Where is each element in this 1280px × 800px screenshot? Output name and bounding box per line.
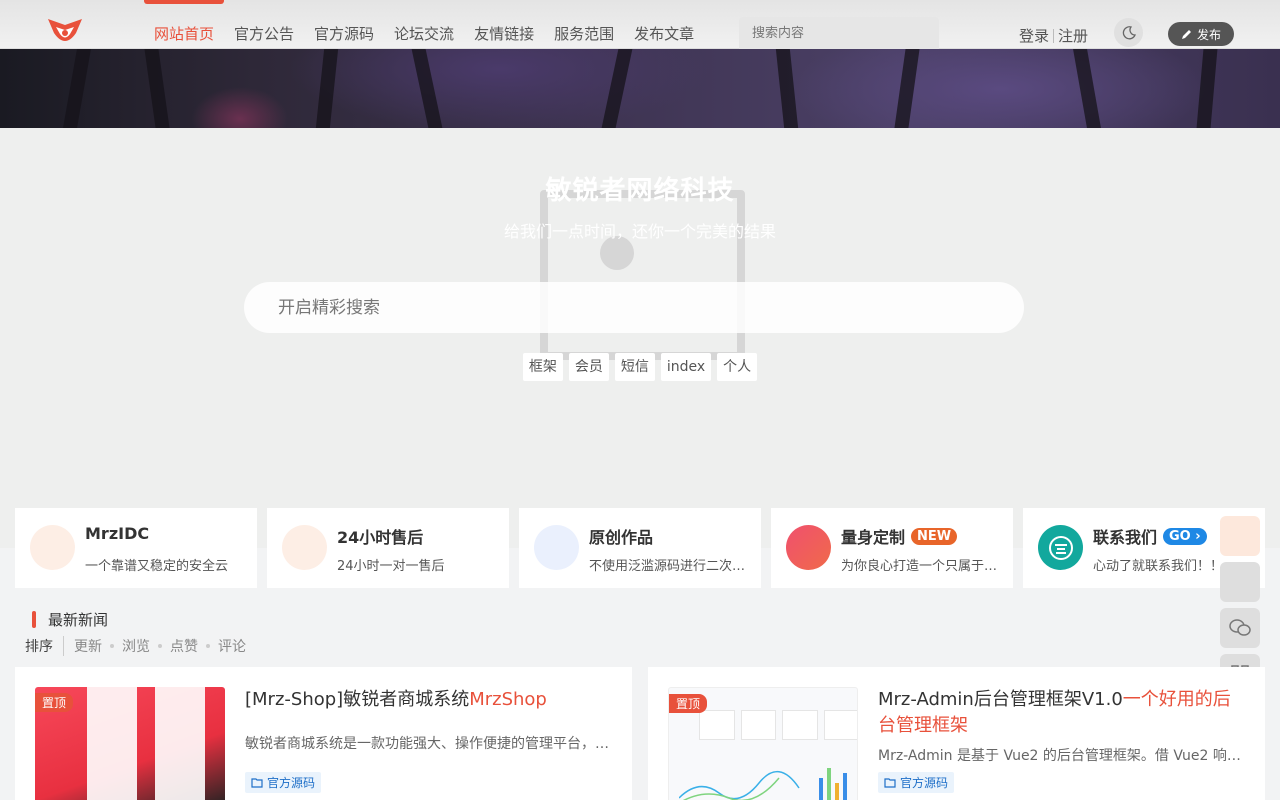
feature-desc: 一个靠谱又稳定的安全云 xyxy=(85,559,229,574)
post-thumbnail[interactable]: 置顶 xyxy=(35,687,225,800)
section-accent-bar xyxy=(32,611,36,628)
hot-tag[interactable]: 框架 xyxy=(522,353,563,381)
post-card[interactable]: 置顶 Mrz-Admin后台管理框架V1.0一个好用的后台管理框架 Mrz-Ad… xyxy=(648,667,1265,800)
dark-mode-toggle[interactable] xyxy=(1114,18,1143,47)
float-blank-button[interactable] xyxy=(1220,562,1260,602)
moon-icon xyxy=(1122,25,1136,39)
sort-bar: 排序 更新 浏览 点赞 评论 xyxy=(25,636,246,656)
hot-tags: 框架 会员 短信 index 个人 xyxy=(0,353,1280,381)
publish-button[interactable]: 发布 xyxy=(1168,22,1234,46)
post-thumbnail[interactable]: 置顶 xyxy=(668,687,858,800)
register-link[interactable]: 注册 xyxy=(1058,25,1088,46)
sort-label: 排序 xyxy=(25,636,64,656)
feature-title: MrzIDC xyxy=(85,524,150,543)
service-icon xyxy=(282,525,327,570)
hot-tag[interactable]: 个人 xyxy=(717,353,758,381)
news-section-header: 最新新闻 xyxy=(32,609,108,630)
feature-cards: MrzIDC 一个靠谱又稳定的安全云 24小时售后 24小时一对一售后 原创作品… xyxy=(15,508,1265,588)
wechat-icon xyxy=(1229,619,1251,636)
original-icon xyxy=(534,525,579,570)
nav-friend-links[interactable]: 友情链接 xyxy=(464,0,544,49)
image-placeholder-icon xyxy=(540,190,745,360)
hero-search-input[interactable] xyxy=(244,282,1024,333)
float-top-button[interactable] xyxy=(1220,516,1260,556)
top-header: 网站首页 官方公告 官方源码 论坛交流 友情链接 服务范围 发布文章 登录 注册… xyxy=(0,0,1280,49)
auth-divider xyxy=(1053,28,1055,43)
hot-tag[interactable]: 短信 xyxy=(614,353,655,381)
hero-title: 敏锐者网络科技 xyxy=(545,176,735,206)
post-card[interactable]: 置顶 [Mrz-Shop]敏锐者商城系统MrzShop 敏锐者商城系统是一款功能… xyxy=(15,667,632,800)
auth-links: 登录 注册 xyxy=(1019,25,1088,46)
sort-option-likes[interactable]: 点赞 xyxy=(170,636,198,656)
nav-services[interactable]: 服务范围 xyxy=(544,0,624,49)
header-search-input[interactable] xyxy=(739,17,939,49)
pinned-badge: 置顶 xyxy=(35,693,74,712)
sort-option-views[interactable]: 浏览 xyxy=(122,636,150,656)
header-banner-image xyxy=(0,49,1280,128)
main-nav: 网站首页 官方公告 官方源码 论坛交流 友情链接 服务范围 发布文章 xyxy=(144,0,704,49)
pencil-icon xyxy=(1181,29,1191,39)
hero-section: 敏锐者网络科技 给我们一点时间，还你一个完美的结果 框架 会员 短信 index… xyxy=(0,128,1280,548)
nav-source-code[interactable]: 官方源码 xyxy=(304,0,384,49)
sort-option-updated[interactable]: 更新 xyxy=(74,636,102,656)
go-badge[interactable]: GO › xyxy=(1163,527,1207,545)
feature-desc: 为你良心打造一个只属于你的项目 xyxy=(841,559,1003,574)
nav-publish-article[interactable]: 发布文章 xyxy=(624,0,704,49)
float-wechat-button[interactable] xyxy=(1220,608,1260,648)
feature-title: 原创作品 xyxy=(589,528,654,547)
feature-title: 量身定制 NEW xyxy=(841,524,958,548)
post-excerpt: 敏锐者商城系统是一款功能强大、操作便捷的管理平台，适用于各类电商 xyxy=(245,736,615,752)
feature-card-mrzidc[interactable]: MrzIDC 一个靠谱又稳定的安全云 xyxy=(15,508,257,588)
feature-desc: 24小时一对一售后 xyxy=(337,559,445,574)
feature-card-custom[interactable]: 量身定制 NEW 为你良心打造一个只属于你的项目 xyxy=(771,508,1013,588)
contact-icon xyxy=(1038,525,1083,570)
cloud-icon xyxy=(30,525,75,570)
feature-card-original[interactable]: 原创作品 不使用泛滥源码进行二次开发 xyxy=(519,508,761,588)
pinned-badge: 置顶 xyxy=(669,694,708,713)
post-category[interactable]: 官方源码 xyxy=(878,772,955,793)
nav-announcements[interactable]: 官方公告 xyxy=(224,0,304,49)
post-excerpt: Mrz-Admin 是基于 Vue2 的后台管理框架。借 Vue2 响应式数据绑… xyxy=(878,748,1248,764)
new-badge: NEW xyxy=(911,527,958,545)
news-section-title: 最新新闻 xyxy=(48,611,109,629)
post-title[interactable]: [Mrz-Shop]敏锐者商城系统MrzShop xyxy=(245,687,615,713)
site-logo-icon[interactable] xyxy=(46,15,84,49)
feature-title: 联系我们 GO › xyxy=(1093,524,1207,548)
post-category[interactable]: 官方源码 xyxy=(245,772,322,793)
feature-card-aftersales[interactable]: 24小时售后 24小时一对一售后 xyxy=(267,508,509,588)
publish-button-label: 发布 xyxy=(1196,27,1221,42)
folder-icon xyxy=(251,777,263,788)
folder-icon xyxy=(884,777,896,788)
nav-home[interactable]: 网站首页 xyxy=(144,0,225,49)
hot-tag[interactable]: 会员 xyxy=(568,353,609,381)
feature-title: 24小时售后 xyxy=(337,528,424,547)
feature-desc: 不使用泛滥源码进行二次开发 xyxy=(589,559,751,574)
sort-option-comments[interactable]: 评论 xyxy=(218,636,246,656)
post-title[interactable]: Mrz-Admin后台管理框架V1.0一个好用的后台管理框架 xyxy=(878,687,1248,739)
hero-subtitle: 给我们一点时间，还你一个完美的结果 xyxy=(503,222,776,241)
custom-icon xyxy=(786,525,831,570)
hot-tag[interactable]: index xyxy=(660,353,712,381)
nav-forum[interactable]: 论坛交流 xyxy=(384,0,464,49)
login-link[interactable]: 登录 xyxy=(1019,25,1049,46)
